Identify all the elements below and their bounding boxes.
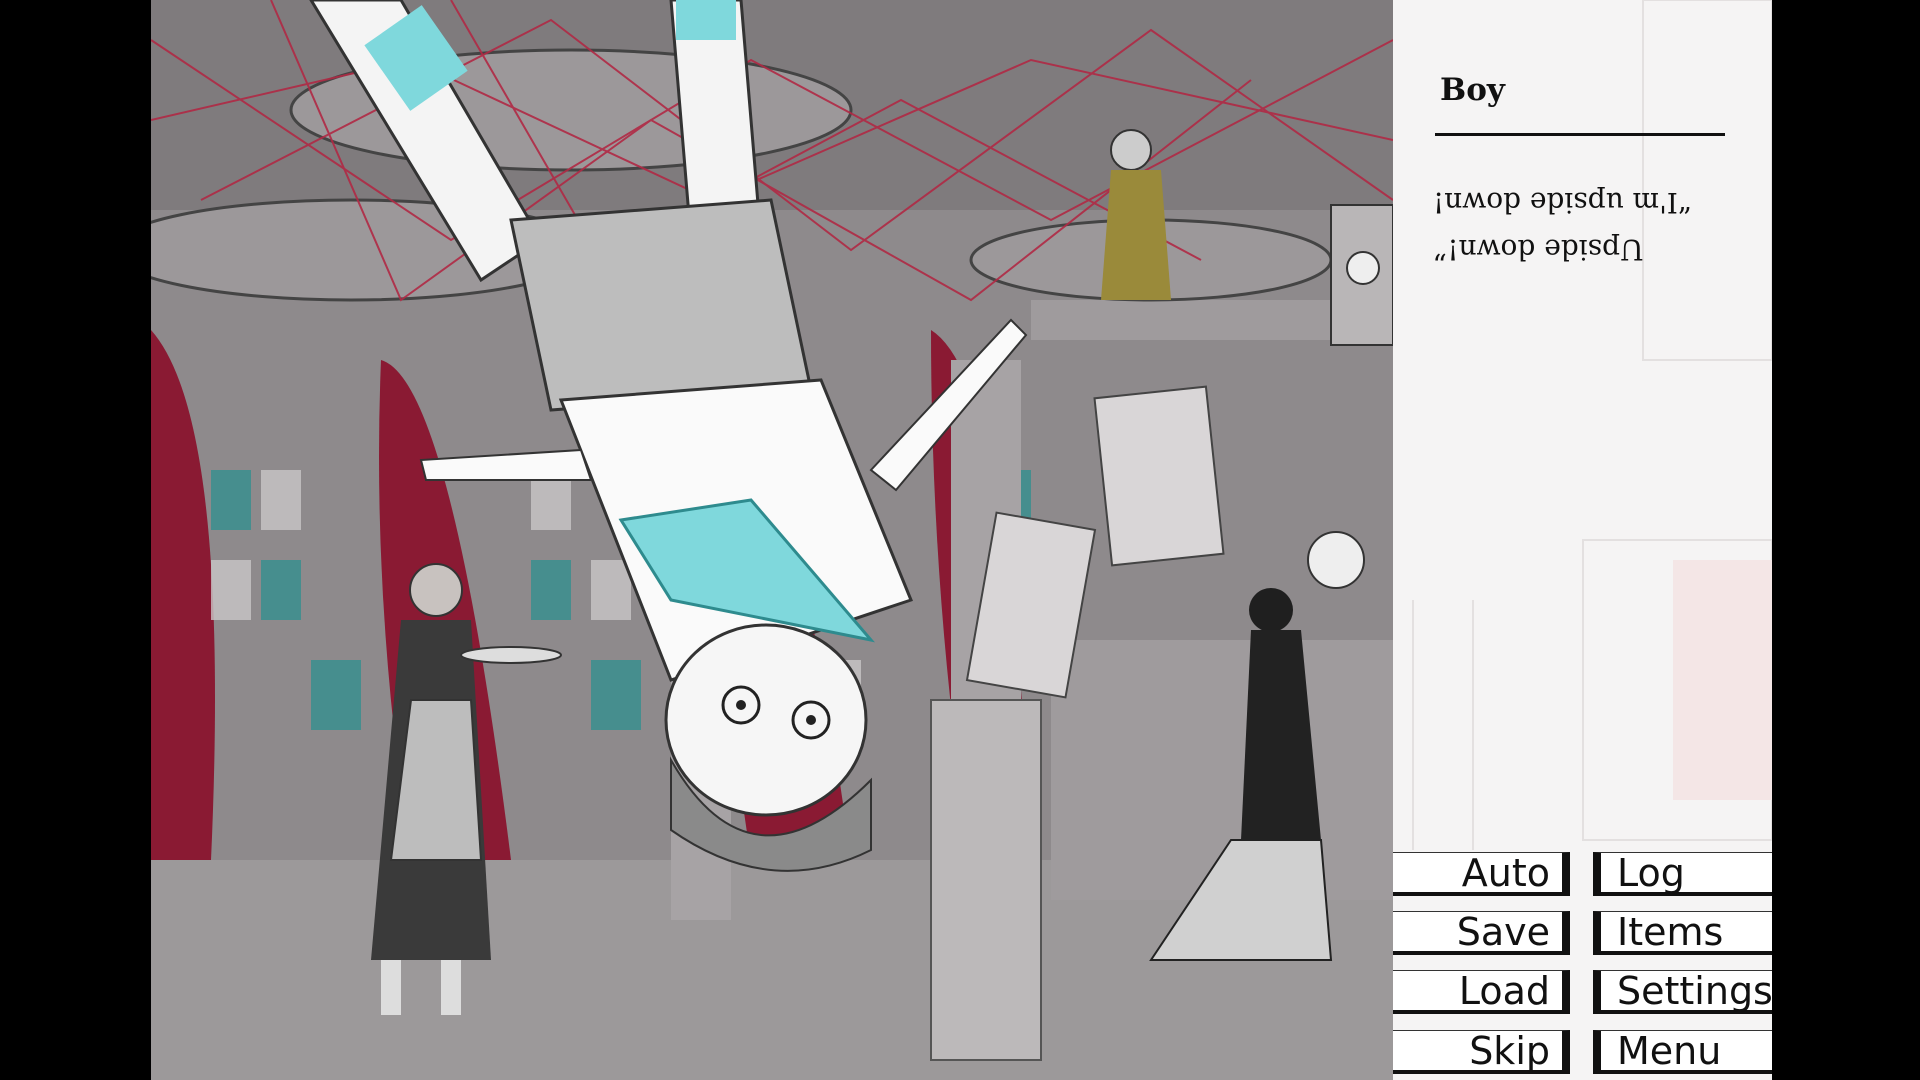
log-button[interactable]: Log	[1593, 852, 1772, 896]
speaker-divider	[1435, 133, 1725, 136]
letterbox-right	[1772, 0, 1920, 1080]
dialogue-line-2: Upside down!”	[1433, 233, 1644, 266]
scene-illustration	[151, 0, 1393, 1080]
upside-down-cafe-artwork	[151, 0, 1393, 1080]
items-button[interactable]: Items	[1593, 911, 1772, 955]
dialogue-line-1: “I'm upside down!	[1433, 186, 1692, 219]
load-button[interactable]: Load	[1393, 970, 1570, 1014]
auto-button[interactable]: Auto	[1393, 852, 1570, 896]
save-button[interactable]: Save	[1393, 911, 1570, 955]
menu-button[interactable]: Menu	[1593, 1030, 1772, 1074]
speaker-name: Boy	[1440, 72, 1505, 108]
settings-button[interactable]: Settings	[1593, 970, 1772, 1014]
skip-button[interactable]: Skip	[1393, 1030, 1570, 1074]
dialogue-panel: Boy “I'm upside down! Upside down!” Auto…	[1393, 0, 1772, 1080]
